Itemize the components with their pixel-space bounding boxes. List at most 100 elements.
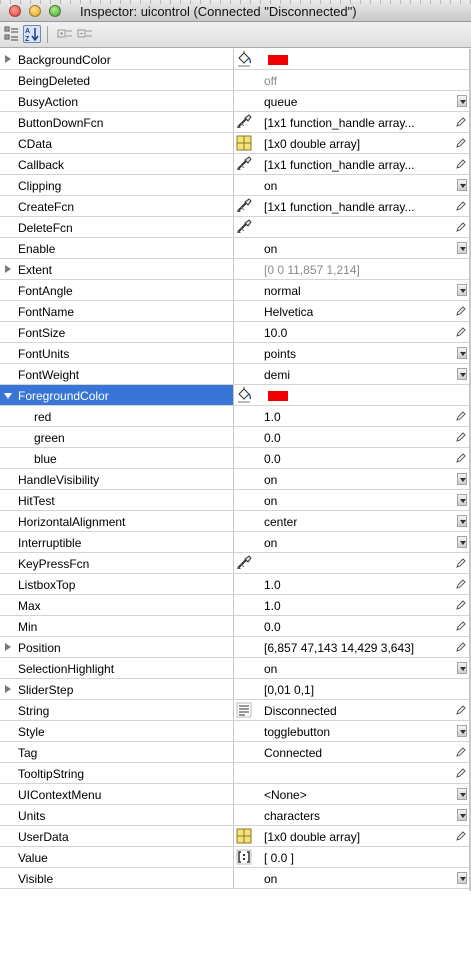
property-row-foregroundcolor[interactable]: ForegroundColor — [0, 385, 471, 406]
property-row-beingdeleted[interactable]: BeingDeleted off — [0, 70, 471, 91]
property-value-cell[interactable]: [1x1 function_handle array... — [234, 196, 471, 216]
property-value-cell[interactable]: normal — [234, 280, 471, 300]
edit-pencil-icon[interactable] — [455, 599, 467, 611]
edit-pencil-icon[interactable] — [455, 200, 467, 212]
property-row-backgroundcolor[interactable]: BackgroundColor — [0, 49, 471, 70]
edit-pencil-icon[interactable] — [455, 641, 467, 653]
property-row-selectionhighlight[interactable]: SelectionHighlight on — [0, 658, 471, 679]
edit-pencil-icon[interactable] — [455, 767, 467, 779]
property-value-cell[interactable]: points — [234, 343, 471, 363]
property-value-cell[interactable]: 0.0 — [234, 427, 471, 447]
array-grid-icon[interactable] — [235, 134, 253, 152]
property-value-cell[interactable]: [1x1 function_handle array... — [234, 154, 471, 174]
property-value-cell[interactable]: on — [234, 532, 471, 552]
edit-pencil-icon[interactable] — [455, 221, 467, 233]
property-value-cell[interactable]: [1x0 double array] — [234, 826, 471, 846]
property-row-tooltipstring[interactable]: TooltipString — [0, 763, 471, 784]
property-value-cell[interactable] — [234, 763, 471, 783]
property-row-min[interactable]: Min 0.0 — [0, 616, 471, 637]
property-value-cell[interactable]: demi — [234, 364, 471, 384]
property-value-cell[interactable] — [234, 49, 471, 69]
property-value-cell[interactable]: 1.0 — [234, 406, 471, 426]
property-value-cell[interactable]: [1x1 function_handle array... — [234, 112, 471, 132]
array-grid-icon[interactable] — [235, 827, 253, 845]
dropdown-arrow-icon[interactable] — [457, 725, 467, 737]
property-row-fontname[interactable]: FontName Helvetica — [0, 301, 471, 322]
property-value-cell[interactable]: on — [234, 868, 471, 888]
close-window-button[interactable] — [9, 5, 21, 17]
expand-triangle-icon[interactable] — [5, 685, 11, 693]
dropdown-arrow-icon[interactable] — [457, 347, 467, 359]
property-row-enable[interactable]: Enable on — [0, 238, 471, 259]
function-handle-icon[interactable] — [235, 113, 253, 131]
property-value-cell[interactable]: 1.0 — [234, 595, 471, 615]
dropdown-arrow-icon[interactable] — [457, 536, 467, 548]
edit-pencil-icon[interactable] — [455, 704, 467, 716]
property-value-cell[interactable]: Helvetica — [234, 301, 471, 321]
property-value-cell[interactable]: 1.0 — [234, 574, 471, 594]
property-row-hittest[interactable]: HitTest on — [0, 490, 471, 511]
paint-bucket-icon[interactable] — [235, 50, 253, 68]
dropdown-arrow-icon[interactable] — [457, 872, 467, 884]
property-row-keypressfcn[interactable]: KeyPressFcn — [0, 553, 471, 574]
property-value-cell[interactable]: 0.0 — [234, 448, 471, 468]
dropdown-arrow-icon[interactable] — [457, 515, 467, 527]
property-row-horizontalalignment[interactable]: HorizontalAlignment center — [0, 511, 471, 532]
property-value-cell[interactable]: off — [234, 70, 471, 90]
edit-pencil-icon[interactable] — [455, 410, 467, 422]
property-row-position[interactable]: Position [6,857 47,143 14,429 3,643] — [0, 637, 471, 658]
matrix-icon[interactable] — [235, 848, 253, 866]
property-row-tag[interactable]: Tag Connected — [0, 742, 471, 763]
categorized-view-button[interactable] — [3, 25, 21, 43]
zoom-window-button[interactable] — [49, 5, 61, 17]
property-row-cdata[interactable]: CData [1x0 double array] — [0, 133, 471, 154]
property-row-uicontextmenu[interactable]: UIContextMenu <None> — [0, 784, 471, 805]
property-value-cell[interactable]: [ 0.0 ] — [234, 847, 471, 867]
property-value-cell[interactable]: [6,857 47,143 14,429 3,643] — [234, 637, 471, 657]
property-row-sliderstep[interactable]: SliderStep [0,01 0,1] — [0, 679, 471, 700]
dropdown-arrow-icon[interactable] — [457, 242, 467, 254]
function-handle-icon[interactable] — [235, 554, 253, 572]
property-row-string[interactable]: String Disconnected — [0, 700, 471, 721]
dropdown-arrow-icon[interactable] — [457, 788, 467, 800]
property-value-cell[interactable]: center — [234, 511, 471, 531]
property-row-red[interactable]: red 1.0 — [0, 406, 471, 427]
property-row-units[interactable]: Units characters — [0, 805, 471, 826]
dropdown-arrow-icon[interactable] — [457, 368, 467, 380]
expand-all-button[interactable] — [56, 25, 74, 43]
property-value-cell[interactable]: on — [234, 490, 471, 510]
property-row-max[interactable]: Max 1.0 — [0, 595, 471, 616]
property-row-value[interactable]: Value [ 0.0 ] — [0, 847, 471, 868]
edit-pencil-icon[interactable] — [455, 620, 467, 632]
property-value-cell[interactable] — [234, 385, 471, 405]
property-value-cell[interactable]: Connected — [234, 742, 471, 762]
expand-triangle-icon[interactable] — [5, 265, 11, 273]
property-row-interruptible[interactable]: Interruptible on — [0, 532, 471, 553]
function-handle-icon[interactable] — [235, 197, 253, 215]
property-row-extent[interactable]: Extent [0 0 11,857 1,214] — [0, 259, 471, 280]
edit-pencil-icon[interactable] — [455, 158, 467, 170]
property-row-buttondownfcn[interactable]: ButtonDownFcn [1x1 function_handle array.… — [0, 112, 471, 133]
property-value-cell[interactable]: [0,01 0,1] — [234, 679, 471, 699]
expand-triangle-icon[interactable] — [5, 643, 11, 651]
sort-alphabetically-button[interactable]: A Z — [23, 25, 41, 43]
text-lines-icon[interactable] — [235, 701, 253, 719]
collapse-all-button[interactable] — [76, 25, 94, 43]
property-row-handlevisibility[interactable]: HandleVisibility on — [0, 469, 471, 490]
property-row-createfcn[interactable]: CreateFcn [1x1 function_handle array... — [0, 196, 471, 217]
dropdown-arrow-icon[interactable] — [457, 179, 467, 191]
property-row-userdata[interactable]: UserData [1x0 double array] — [0, 826, 471, 847]
property-row-style[interactable]: Style togglebutton — [0, 721, 471, 742]
dropdown-arrow-icon[interactable] — [457, 662, 467, 674]
paint-bucket-icon[interactable] — [235, 386, 253, 404]
property-value-cell[interactable]: 0.0 — [234, 616, 471, 636]
property-row-visible[interactable]: Visible on — [0, 868, 471, 889]
expand-triangle-icon[interactable] — [5, 55, 11, 63]
property-value-cell[interactable]: on — [234, 175, 471, 195]
dropdown-arrow-icon[interactable] — [457, 95, 467, 107]
property-row-deletefcn[interactable]: DeleteFcn — [0, 217, 471, 238]
property-value-cell[interactable]: <None> — [234, 784, 471, 804]
function-handle-icon[interactable] — [235, 155, 253, 173]
edit-pencil-icon[interactable] — [455, 746, 467, 758]
dropdown-arrow-icon[interactable] — [457, 494, 467, 506]
